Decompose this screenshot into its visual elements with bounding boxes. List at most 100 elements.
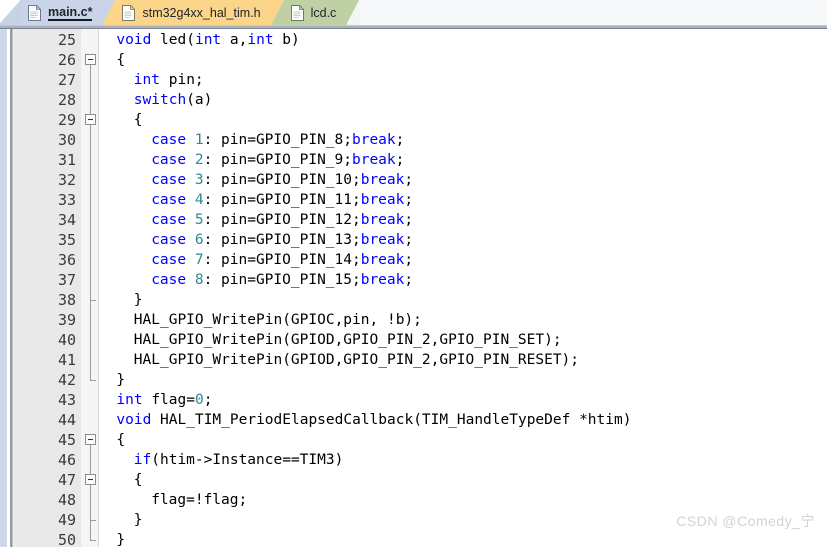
fold-range-end-marker [90,380,96,381]
code-text: ; [404,232,414,248]
code-text: (a) [186,92,213,108]
code-line[interactable]: void HAL_TIM_PeriodElapsedCallback(TIM_H… [116,410,631,430]
code-line[interactable]: } [134,290,143,310]
code-line[interactable]: { [116,50,125,70]
code-text: { [133,472,143,488]
code-keyword: case [151,232,187,248]
code-line[interactable]: case 1: pin=GPIO_PIN_8;break; [151,130,404,150]
code-keyword: case [151,272,187,288]
code-text: flag= [142,392,195,408]
code-keyword: break [360,192,405,208]
code-line[interactable]: case 2: pin=GPIO_PIN_9;break; [151,150,404,170]
code-line[interactable]: int pin; [134,70,204,90]
code-number: 0 [194,392,204,408]
fold-collapse-button[interactable] [85,434,96,445]
fold-collapse-button[interactable] [85,54,96,65]
code-text: HAL_GPIO_WritePin(GPIOC,pin, !b); [133,312,422,328]
code-text: } [133,292,143,308]
code-line[interactable]: HAL_GPIO_WritePin(GPIOC,pin, !b); [134,310,422,330]
code-number: 3 [194,172,204,188]
line-number: 34 [57,211,76,229]
code-keyword: case [151,152,187,168]
code-line[interactable]: case 7: pin=GPIO_PIN_14;break; [151,250,413,270]
code-number: 7 [194,252,204,268]
editor-tab-bar: main.c* stm32g4xx_hal_tim.h lcd.c [0,0,827,25]
code-line[interactable]: { [134,470,143,490]
tab-label: stm32g4xx_hal_tim.h [142,5,261,20]
code-editor-window: main.c* stm32g4xx_hal_tim.h lcd.c 25 voi… [0,0,827,547]
code-line[interactable]: flag=!flag; [151,490,247,510]
code-text: : pin=GPIO_PIN_11; [203,192,361,208]
fold-range-end-marker [90,520,96,521]
code-line[interactable]: } [116,370,125,390]
code-keyword: void [116,412,152,428]
document-icon [28,4,41,21]
line-number: 44 [57,411,76,429]
code-line[interactable]: HAL_GPIO_WritePin(GPIOD,GPIO_PIN_2,GPIO_… [134,350,579,370]
code-line[interactable]: switch(a) [134,90,213,110]
code-line[interactable]: } [116,530,125,547]
code-keyword: break [360,212,405,228]
code-keyword: switch [133,92,187,108]
code-keyword: case [151,212,187,228]
line-number: 27 [57,71,76,89]
code-line[interactable]: case 8: pin=GPIO_PIN_15;break; [151,270,413,290]
code-text: ; [404,252,414,268]
code-number: 4 [194,192,204,208]
line-number: 37 [57,271,76,289]
document-icon [290,4,304,21]
tab-lcd-c[interactable]: lcd.c [284,0,348,25]
code-text: } [116,372,126,388]
code-text: { [116,52,126,68]
fold-range-line [90,124,91,300]
code-keyword: break [360,232,405,248]
code-keyword: case [151,172,187,188]
line-number: 47 [57,471,76,489]
code-line[interactable]: } [134,510,143,530]
line-number: 26 [57,51,76,69]
code-line[interactable]: case 4: pin=GPIO_PIN_11;break; [151,190,413,210]
code-line[interactable]: int flag=0; [116,390,212,410]
tab-separator [347,0,361,25]
code-text: ; [395,132,405,148]
tab-separator [103,0,117,25]
code-line[interactable]: { [116,430,125,450]
code-line[interactable]: void led(int a,int b) [116,30,299,50]
code-keyword: if [133,452,152,468]
code-keyword: int [194,32,222,48]
tab-main-c[interactable]: main.c* [22,0,104,25]
editor-left-edge [0,29,7,547]
code-text: b) [273,32,300,48]
code-line[interactable]: HAL_GPIO_WritePin(GPIOD,GPIO_PIN_2,GPIO_… [134,330,562,350]
line-number: 33 [57,191,76,209]
code-line[interactable]: case 5: pin=GPIO_PIN_12;break; [151,210,413,230]
line-number: 29 [57,111,76,129]
line-number: 46 [57,451,76,469]
code-keyword: case [151,132,187,148]
code-line[interactable]: if(htim->Instance==TIM3) [134,450,344,470]
fold-range-end-marker [90,300,96,301]
tab-stm32g4xx-hal-tim-h[interactable]: stm32g4xx_hal_tim.h [116,0,272,25]
code-number: 1 [194,132,204,148]
tab-label: lcd.c [310,5,337,20]
code-text: : pin=GPIO_PIN_9; [203,152,352,168]
line-number: 39 [57,311,76,329]
code-line[interactable]: { [134,110,143,130]
code-number: 2 [194,152,204,168]
code-text: } [116,532,126,547]
document-icon [122,4,136,21]
fold-collapse-button[interactable] [85,474,96,485]
code-text: : pin=GPIO_PIN_10; [203,172,361,188]
code-number: 6 [194,232,204,248]
code-line[interactable]: case 3: pin=GPIO_PIN_10;break; [151,170,413,190]
code-text: ; [395,152,405,168]
editor-pane[interactable]: 25 void led(int a,int b) 26{27 int pin; 28 sw… [0,29,827,547]
line-number: 28 [57,91,76,109]
code-line[interactable]: case 6: pin=GPIO_PIN_13;break; [151,230,413,250]
fold-collapse-button[interactable] [85,114,96,125]
line-number: 25 [57,31,76,49]
